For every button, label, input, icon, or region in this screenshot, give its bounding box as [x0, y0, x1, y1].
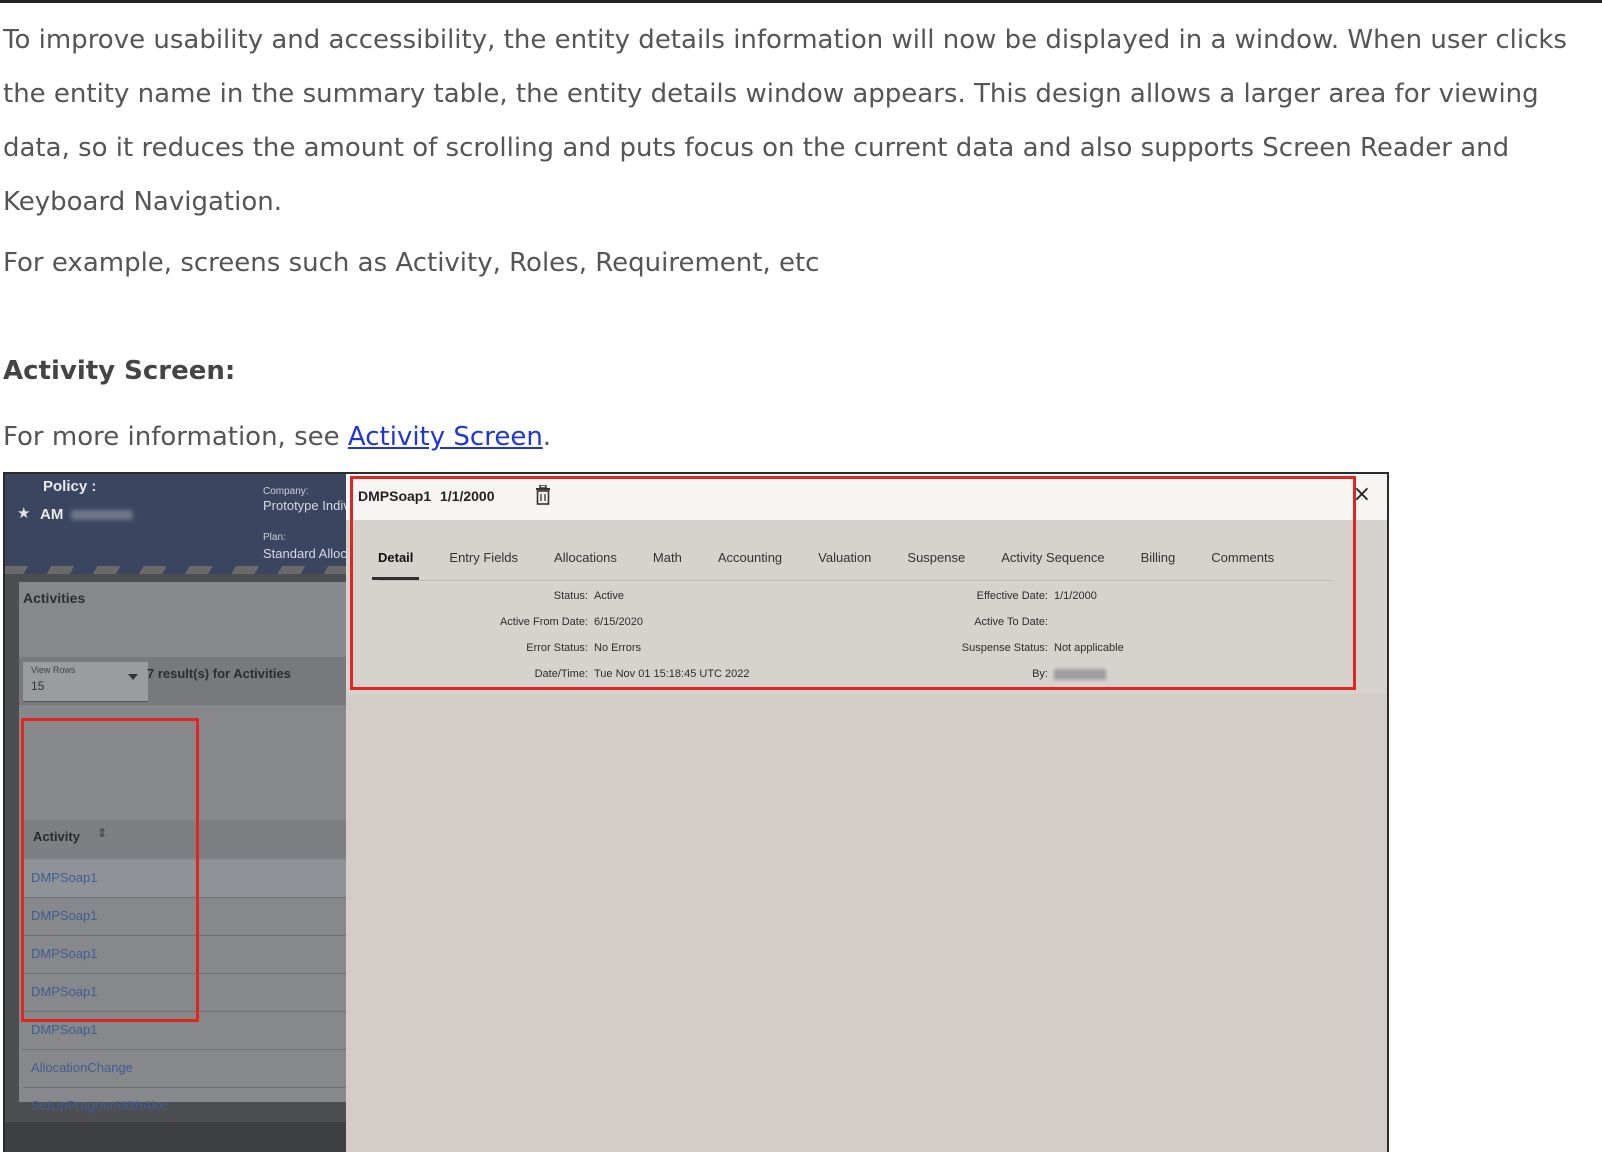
view-rows-select[interactable]: View Rows 15 — [23, 662, 148, 702]
activity-link[interactable]: SetUpProgramWithAloc — [31, 1098, 168, 1113]
top-rule — [0, 0, 1602, 3]
policy-name: AM — [40, 506, 64, 523]
activity-link[interactable]: AllocationChange — [31, 1060, 133, 1075]
activities-title: Activities — [23, 590, 86, 606]
company-label: Company: — [263, 486, 309, 497]
more-info-suffix: . — [542, 422, 552, 452]
redacted-policy-number — [71, 510, 133, 520]
view-rows-label: View Rows — [31, 665, 76, 675]
highlight-box-activity-column — [21, 718, 199, 1022]
plan-value: Standard Alloc — [263, 546, 347, 561]
view-rows-value: 15 — [31, 679, 45, 693]
policy-header: Policy : ★ AM Company: Prototype Indiv P… — [5, 474, 355, 574]
intro-paragraph: To improve usability and accessibility, … — [3, 25, 1567, 217]
activity-link[interactable]: DMPSoap1 — [31, 1022, 97, 1037]
section-heading: Activity Screen: — [3, 356, 236, 386]
company-value: Prototype Indiv — [263, 498, 350, 513]
plan-label: Plan: — [263, 532, 286, 543]
table-row[interactable]: SetUpProgramWithAloc — [23, 1088, 355, 1126]
chevron-down-icon — [128, 674, 138, 680]
header-stripe — [5, 566, 355, 574]
policy-label: Policy : — [43, 478, 97, 495]
app-footer — [5, 1122, 355, 1152]
more-info-prefix: For more information, see — [3, 422, 348, 452]
example-paragraph: For example, screens such as Activity, R… — [3, 248, 820, 278]
star-icon[interactable]: ★ — [17, 504, 30, 522]
activity-screen-link[interactable]: Activity Screen — [348, 422, 543, 452]
table-row[interactable]: AllocationChange — [23, 1050, 355, 1088]
more-info-line: For more information, see Activity Scree… — [3, 422, 551, 452]
highlight-box-dialog — [350, 476, 1356, 690]
screenshot-figure: Policy : ★ AM Company: Prototype Indiv P… — [3, 472, 1389, 1152]
result-count: 7 result(s) for Activities — [147, 666, 292, 681]
app-left-panel: Policy : ★ AM Company: Prototype Indiv P… — [5, 474, 355, 1152]
